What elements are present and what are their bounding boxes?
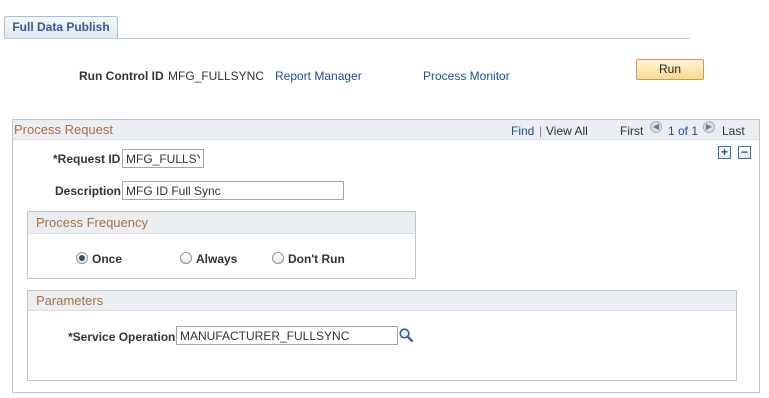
process-frequency-title: Process Frequency: [36, 215, 148, 230]
description-label: Description: [55, 184, 122, 198]
magnifier-icon[interactable]: [398, 327, 414, 343]
report-manager-link[interactable]: Report Manager: [275, 69, 362, 83]
first-label[interactable]: First: [620, 124, 643, 138]
tab-full-data-publish[interactable]: Full Data Publish: [4, 16, 118, 38]
run-control-id-value: MFG_FULLSYNC: [168, 69, 265, 83]
dont-run-radio[interactable]: [272, 252, 284, 264]
parameters-header: [28, 291, 736, 311]
view-all-link[interactable]: View All: [546, 124, 588, 138]
service-operation-input[interactable]: [176, 326, 398, 345]
last-label[interactable]: Last: [722, 124, 745, 138]
request-id-input[interactable]: [122, 149, 204, 168]
always-label: Always: [196, 252, 238, 266]
once-label: Once: [92, 252, 123, 266]
process-request-title: Process Request: [14, 122, 113, 137]
parameters-title: Parameters: [36, 293, 104, 308]
find-link[interactable]: Find: [511, 124, 534, 138]
add-row-button[interactable]: +: [718, 146, 731, 159]
request-id-label: *Request ID: [53, 152, 121, 166]
row-range: 1 of 1: [668, 124, 699, 138]
always-radio[interactable]: [180, 252, 192, 264]
process-request-header: [13, 120, 759, 140]
process-monitor-link[interactable]: Process Monitor: [423, 69, 510, 83]
run-button[interactable]: Run: [636, 59, 704, 80]
service-operation-label: *Service Operation: [68, 330, 176, 344]
arrow-left-icon[interactable]: ◀: [650, 121, 662, 133]
nav-separator: |: [539, 124, 543, 138]
tab-underline: [4, 38, 690, 39]
arrow-right-icon[interactable]: ▶: [703, 121, 715, 133]
description-input[interactable]: [122, 181, 344, 200]
delete-row-button[interactable]: −: [738, 146, 751, 159]
dont-run-label: Don't Run: [288, 252, 345, 266]
run-control-id-label: Run Control ID: [79, 69, 164, 83]
once-radio[interactable]: [76, 252, 88, 264]
